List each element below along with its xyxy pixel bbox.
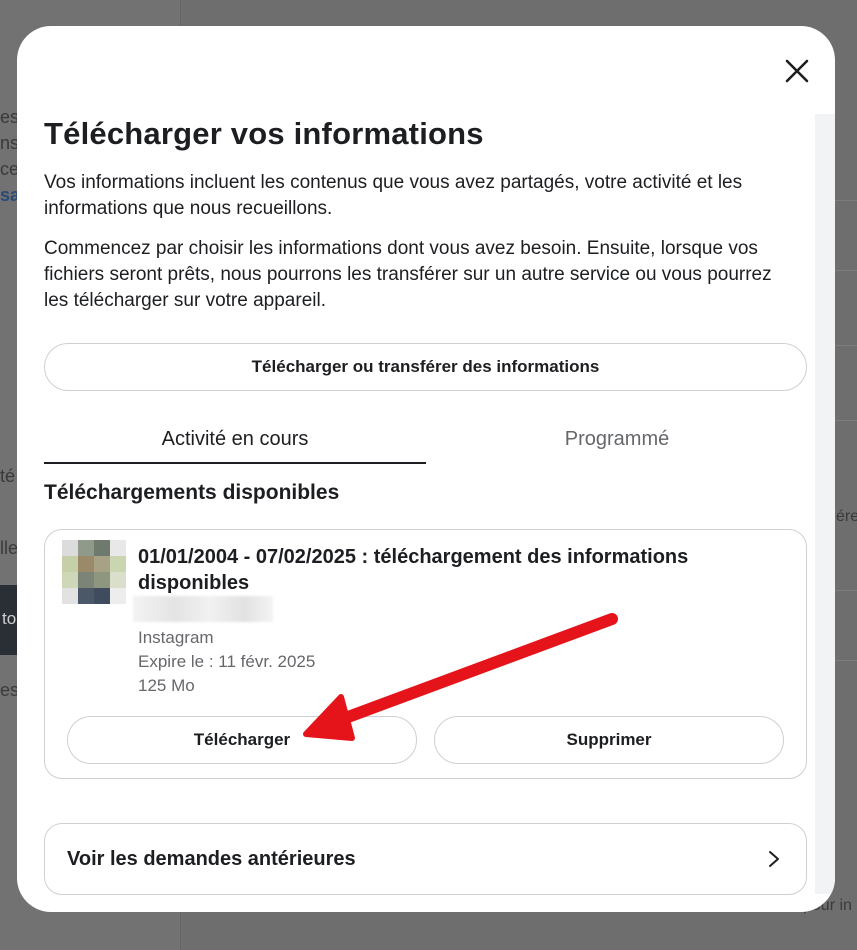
- download-or-transfer-button[interactable]: Télécharger ou transférer des informatio…: [44, 343, 807, 391]
- background-divider: [835, 420, 857, 421]
- dialog-title: Télécharger vos informations: [44, 116, 484, 151]
- download-title: 01/01/2004 - 07/02/2025 : téléchargement…: [138, 546, 689, 594]
- background-divider: [835, 270, 857, 271]
- download-info-dialog: Télécharger vos informations Vos informa…: [17, 26, 835, 912]
- background-divider: [835, 200, 857, 201]
- tab-scheduled[interactable]: Programmé: [426, 428, 808, 451]
- download-card: 01/01/2004 - 07/02/2025 : téléchargement…: [44, 529, 807, 779]
- instructions-paragraph: Commencez par choisir les informations d…: [44, 238, 772, 311]
- background-divider: [835, 345, 857, 346]
- close-icon: [785, 59, 809, 83]
- delete-button[interactable]: Supprimer: [434, 716, 784, 764]
- download-button[interactable]: Télécharger: [67, 716, 417, 764]
- background-text: té: [0, 466, 16, 486]
- background-divider: [835, 590, 857, 591]
- tab-current-activity[interactable]: Activité en cours: [44, 428, 426, 451]
- file-size: 125 Mo: [138, 676, 195, 695]
- background-text: lle: [0, 538, 19, 558]
- profile-avatar: [62, 540, 128, 604]
- intro-paragraph: Vos informations incluent les contenus q…: [44, 172, 743, 219]
- background-divider: [835, 660, 857, 661]
- background-text: ére: [836, 508, 857, 525]
- close-button[interactable]: [782, 56, 812, 86]
- section-title: Téléchargements disponibles: [44, 481, 340, 504]
- previous-requests-link[interactable]: Voir les demandes antérieures: [44, 823, 807, 895]
- chevron-right-icon: [769, 851, 779, 867]
- active-tab-indicator: [44, 462, 426, 464]
- platform-label: Instagram: [138, 628, 214, 647]
- blurred-username: [133, 596, 273, 622]
- expiry-date: Expire le : 11 févr. 2025: [138, 652, 316, 671]
- scrollbar-track[interactable]: [815, 114, 835, 894]
- previous-requests-label: Voir les demandes antérieures: [67, 848, 356, 870]
